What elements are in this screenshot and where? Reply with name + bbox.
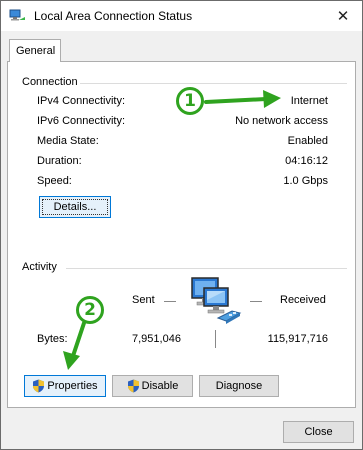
title-bar: Local Area Connection Status ✕: [1, 1, 362, 31]
uac-shield-icon: [127, 379, 140, 393]
properties-button[interactable]: Properties: [24, 375, 106, 397]
window-title: Local Area Connection Status: [34, 9, 193, 23]
disable-button[interactable]: Disable: [112, 375, 193, 397]
media-state-value: Enabled: [287, 135, 328, 147]
diagnose-button-label: Diagnose: [215, 380, 263, 392]
sent-label: Sent: [132, 294, 155, 306]
focus-ring: [42, 199, 108, 215]
activity-divider: [66, 268, 347, 269]
close-window-icon[interactable]: ✕: [324, 1, 362, 31]
bytes-sent-value: 7,951,046: [132, 333, 181, 345]
annotation-badge-2: 2: [76, 296, 104, 324]
annotation-badge-1: 1: [176, 87, 204, 115]
duration-label: Duration:: [37, 155, 82, 167]
network-connection-icon: [9, 8, 27, 24]
tab-general[interactable]: General: [9, 39, 61, 62]
activity-separator: [215, 330, 216, 348]
ipv4-value: Internet: [290, 95, 328, 107]
connection-heading: Connection: [22, 76, 78, 88]
network-computers-icon: [188, 276, 244, 328]
media-state-label: Media State:: [37, 135, 99, 147]
received-label: Received: [280, 294, 326, 306]
ipv6-value: No network access: [235, 115, 328, 127]
connection-divider: [80, 83, 347, 84]
close-button[interactable]: Close: [283, 421, 354, 443]
duration-value: 04:16:12: [285, 155, 328, 167]
bytes-received-value: 115,917,716: [267, 333, 328, 345]
activity-heading: Activity: [22, 261, 57, 273]
speed-label: Speed:: [37, 175, 72, 187]
diagnose-button[interactable]: Diagnose: [199, 375, 279, 397]
ipv4-label: IPv4 Connectivity:: [37, 95, 126, 107]
uac-shield-icon: [32, 379, 45, 393]
received-dash: [250, 301, 262, 302]
close-button-label: Close: [304, 426, 333, 438]
sent-dash: [164, 301, 176, 302]
status-window: Local Area Connection Status ✕ General C…: [0, 0, 363, 450]
details-button[interactable]: Details...: [39, 196, 111, 218]
bytes-label: Bytes:: [37, 333, 68, 345]
properties-button-label: Properties: [47, 380, 98, 392]
ipv6-label: IPv6 Connectivity:: [37, 115, 126, 127]
general-tab-panel: Connection IPv4 Connectivity: Internet I…: [7, 61, 356, 408]
disable-button-label: Disable: [141, 380, 179, 392]
speed-value: 1.0 Gbps: [283, 175, 328, 187]
